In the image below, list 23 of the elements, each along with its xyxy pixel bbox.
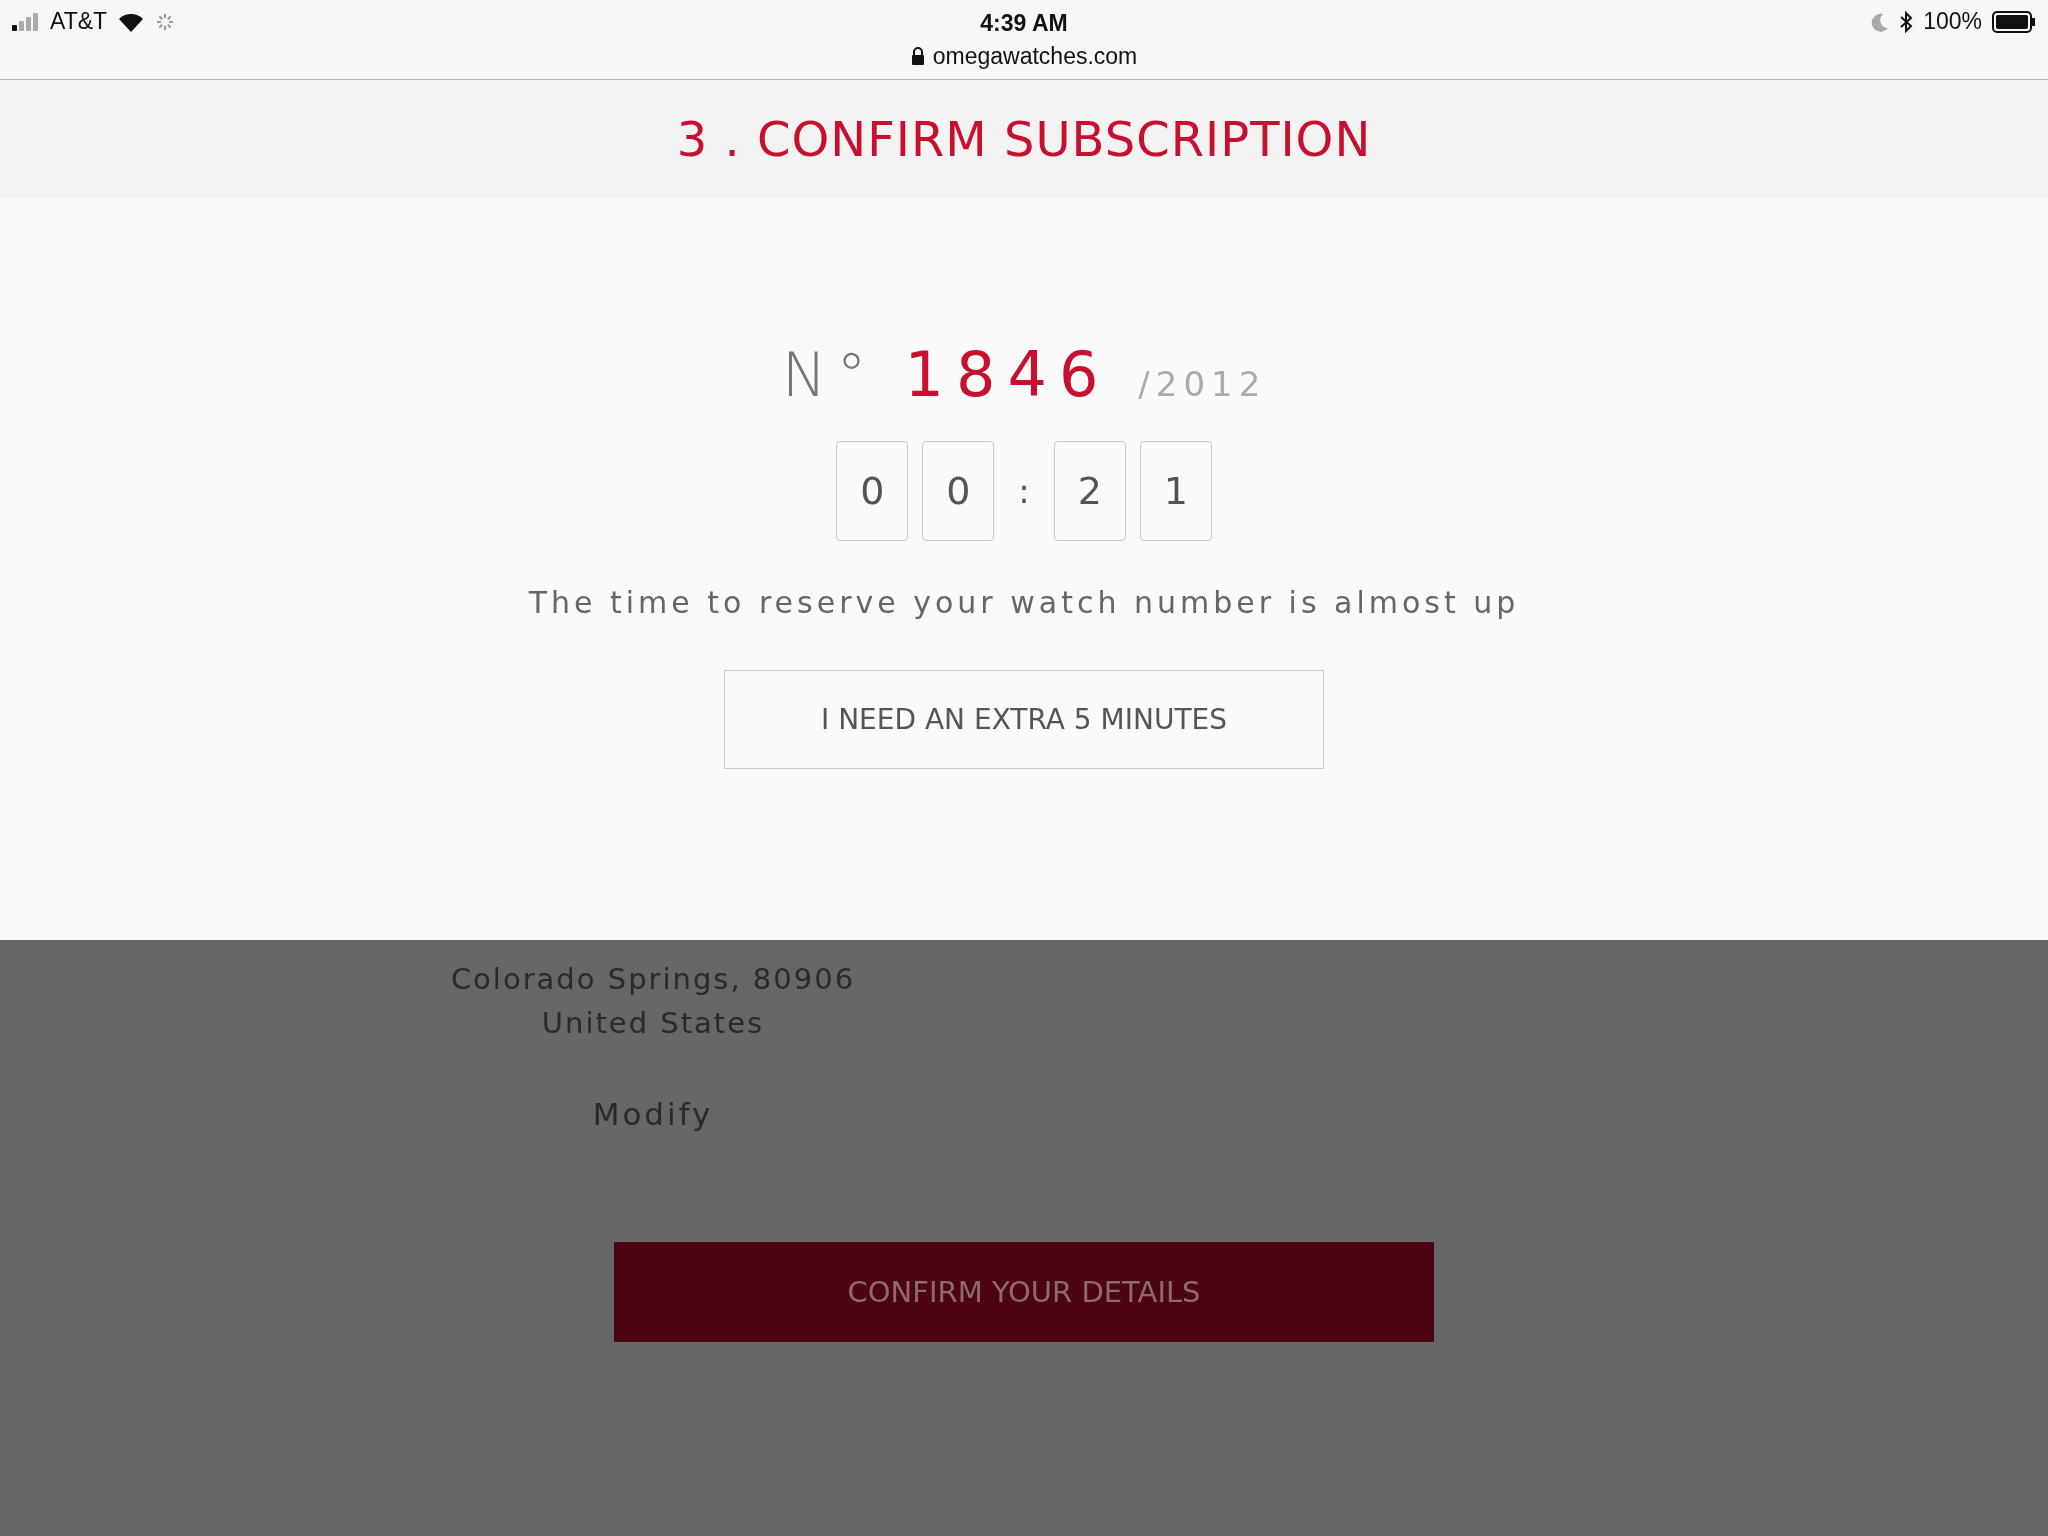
loading-icon (155, 11, 176, 32)
address-line: Colorado Springs, 80906 (450, 962, 856, 996)
countdown-digit: 2 (1053, 441, 1126, 541)
bluetooth-icon (1899, 10, 1914, 33)
watch-number: 1846 (904, 338, 1111, 411)
wifi-icon (117, 11, 146, 32)
countdown-digit: 0 (836, 441, 909, 541)
clock-time: 4:39 AM (980, 9, 1068, 37)
number-prefix: N° (781, 340, 877, 410)
countdown-digit: 1 (1139, 441, 1212, 541)
moon-icon (1871, 11, 1890, 32)
number-total: /2012 (1138, 364, 1267, 404)
countdown-colon: : (1017, 471, 1031, 511)
battery-icon (1992, 10, 2036, 33)
countdown-digit: 0 (922, 441, 995, 541)
carrier-name: AT&T (50, 8, 108, 35)
address-line: United States (541, 1006, 765, 1040)
page-title: 3 . CONFIRM SUBSCRIPTION (676, 111, 1372, 167)
extra-time-button[interactable]: I NEED AN EXTRA 5 MINUTES (724, 670, 1324, 769)
signal-icon (12, 12, 40, 31)
lock-icon (910, 47, 925, 65)
timeout-message: The time to reserve your watch number is almost up (528, 585, 1520, 620)
battery-percent: 100% (1923, 8, 1982, 35)
